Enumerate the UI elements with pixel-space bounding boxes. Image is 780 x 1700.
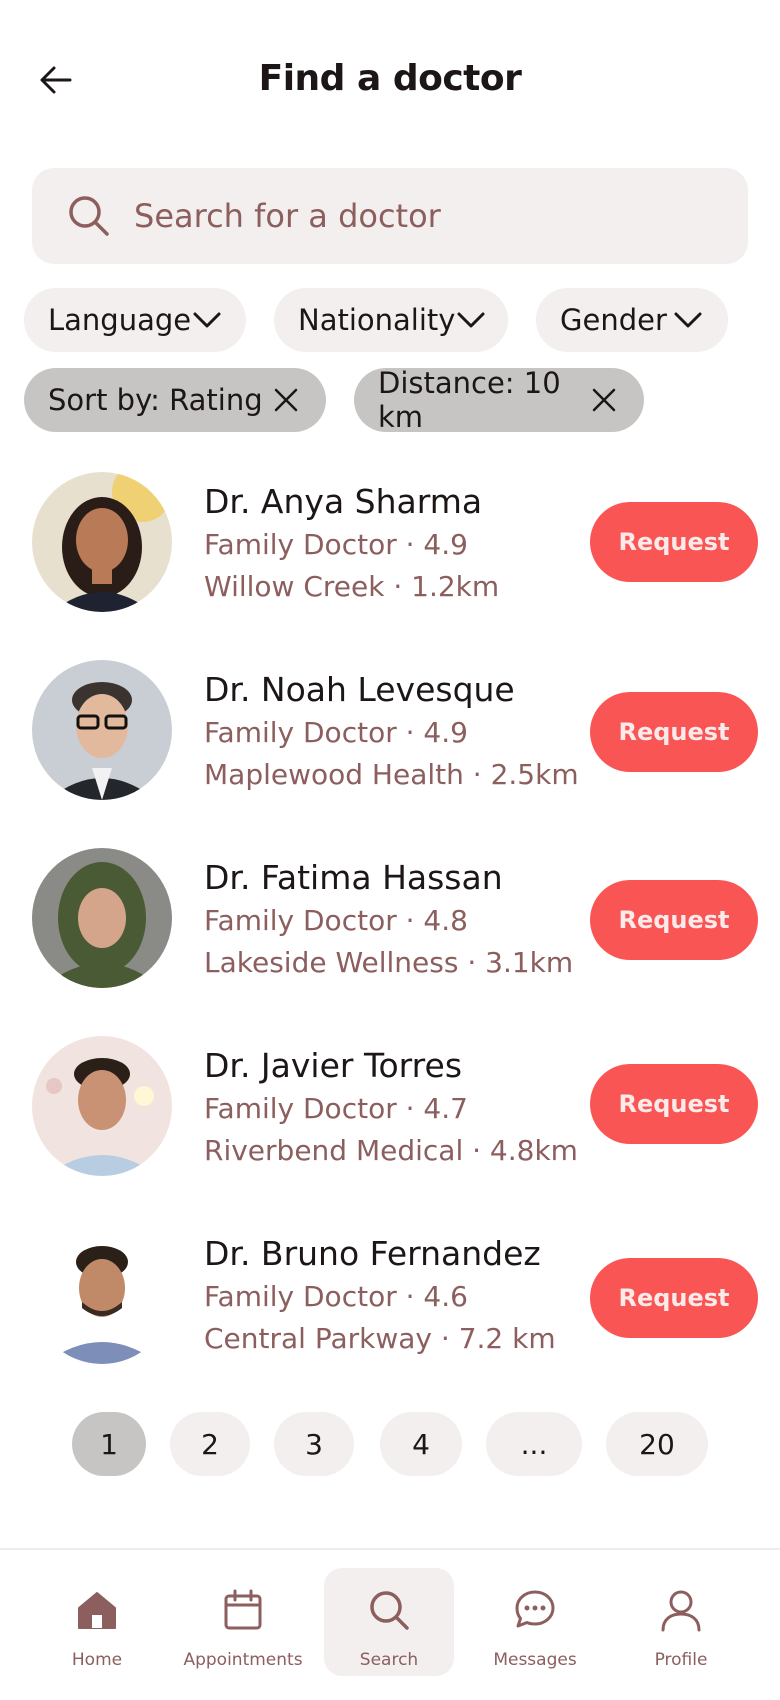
doctor-location-distance: Riverbend Medical · 4.8km bbox=[204, 1134, 578, 1167]
nav-profile[interactable]: Profile bbox=[616, 1568, 746, 1676]
nav-messages[interactable]: Messages bbox=[470, 1568, 600, 1676]
filter-gender-label: Gender bbox=[560, 303, 667, 337]
doctor-specialty-rating: Family Doctor · 4.9 bbox=[204, 528, 468, 561]
doctor-list-item[interactable]: Dr. Javier Torres Family Doctor · 4.7 Ri… bbox=[0, 1036, 780, 1186]
search-bar[interactable] bbox=[32, 168, 748, 264]
active-filter-sort[interactable]: Sort by: Rating bbox=[24, 368, 326, 432]
doctor-specialty-rating: Family Doctor · 4.9 bbox=[204, 716, 468, 749]
doctor-avatar bbox=[32, 848, 172, 988]
doctor-avatar bbox=[32, 472, 172, 612]
bottom-nav: Home Appointments Search Messages Profil… bbox=[0, 1548, 780, 1700]
doctor-name: Dr. Fatima Hassan bbox=[204, 858, 503, 897]
avatar-photo bbox=[32, 848, 172, 988]
page-ellipsis[interactable]: ... bbox=[486, 1412, 582, 1476]
doctor-avatar bbox=[32, 1224, 172, 1364]
page-button-1[interactable]: 1 bbox=[72, 1412, 146, 1476]
doctor-location-distance: Willow Creek · 1.2km bbox=[204, 570, 500, 603]
request-button[interactable]: Request bbox=[590, 880, 758, 960]
nav-appointments[interactable]: Appointments bbox=[178, 1568, 308, 1676]
search-icon bbox=[370, 1591, 409, 1630]
page-button-2[interactable]: 2 bbox=[170, 1412, 250, 1476]
avatar-photo bbox=[32, 660, 172, 800]
close-icon[interactable] bbox=[588, 384, 620, 416]
request-button[interactable]: Request bbox=[590, 1064, 758, 1144]
doctor-specialty-rating: Family Doctor · 4.7 bbox=[204, 1092, 468, 1125]
request-button[interactable]: Request bbox=[590, 1258, 758, 1338]
doctor-specialty-rating: Family Doctor · 4.6 bbox=[204, 1280, 468, 1313]
filter-language-label: Language bbox=[48, 303, 192, 337]
nav-search[interactable]: Search bbox=[324, 1568, 454, 1676]
active-filter-sort-label: Sort by: Rating bbox=[48, 383, 263, 417]
doctor-name: Dr. Noah Levesque bbox=[204, 670, 515, 709]
nav-home-label: Home bbox=[71, 1650, 123, 1670]
doctor-avatar bbox=[32, 660, 172, 800]
doctor-list-item[interactable]: Dr. Fatima Hassan Family Doctor · 4.8 La… bbox=[0, 848, 780, 998]
doctor-location-distance: Central Parkway · 7.2 km bbox=[204, 1322, 556, 1355]
filter-nationality-label: Nationality bbox=[298, 303, 456, 337]
nav-appointments-label: Appointments bbox=[183, 1650, 303, 1670]
filter-nationality[interactable]: Nationality bbox=[274, 288, 508, 352]
avatar-photo bbox=[32, 1224, 172, 1364]
filter-gender[interactable]: Gender bbox=[536, 288, 728, 352]
chevron-down-icon bbox=[674, 312, 702, 328]
calendar-icon bbox=[224, 1589, 262, 1630]
filter-language[interactable]: Language bbox=[24, 288, 246, 352]
page-title: Find a doctor bbox=[258, 58, 522, 99]
page-button-4[interactable]: 4 bbox=[380, 1412, 462, 1476]
request-button[interactable]: Request bbox=[590, 502, 758, 582]
avatar-photo bbox=[32, 472, 172, 612]
doctor-list-item[interactable]: Dr. Bruno Fernandez Family Doctor · 4.6 … bbox=[0, 1224, 780, 1374]
doctor-list-item[interactable]: Dr. Noah Levesque Family Doctor · 4.9 Ma… bbox=[0, 660, 780, 810]
close-icon[interactable] bbox=[270, 384, 302, 416]
doctor-name: Dr. Javier Torres bbox=[204, 1046, 463, 1085]
doctor-name: Dr. Bruno Fernandez bbox=[204, 1234, 541, 1273]
doctor-name: Dr. Anya Sharma bbox=[204, 482, 483, 521]
chevron-down-icon bbox=[457, 312, 485, 328]
doctor-location-distance: Maplewood Health · 2.5km bbox=[204, 758, 579, 791]
chat-bubble-icon bbox=[515, 1590, 555, 1628]
home-icon bbox=[78, 1592, 116, 1629]
request-button[interactable]: Request bbox=[590, 692, 758, 772]
nav-home[interactable]: Home bbox=[32, 1568, 162, 1676]
search-input[interactable] bbox=[134, 197, 694, 235]
active-filter-distance-label: Distance: 10 km bbox=[378, 366, 561, 434]
chevron-down-icon bbox=[193, 312, 221, 328]
active-filter-distance[interactable]: Distance: 10 km bbox=[354, 366, 644, 434]
doctor-list-item[interactable]: Dr. Anya Sharma Family Doctor · 4.9 Will… bbox=[0, 472, 780, 622]
page-button-last[interactable]: 20 bbox=[606, 1412, 708, 1476]
user-icon bbox=[661, 1590, 701, 1632]
doctor-specialty-rating: Family Doctor · 4.8 bbox=[204, 904, 468, 937]
nav-messages-label: Messages bbox=[493, 1650, 577, 1670]
doctor-location-distance: Lakeside Wellness · 3.1km bbox=[204, 946, 574, 979]
header: Find a doctor bbox=[0, 0, 780, 160]
nav-profile-label: Profile bbox=[654, 1650, 708, 1670]
search-icon bbox=[69, 196, 109, 236]
nav-search-label: Search bbox=[359, 1650, 419, 1670]
page-button-3[interactable]: 3 bbox=[274, 1412, 354, 1476]
avatar-photo bbox=[32, 1036, 172, 1176]
doctor-avatar bbox=[32, 1036, 172, 1176]
